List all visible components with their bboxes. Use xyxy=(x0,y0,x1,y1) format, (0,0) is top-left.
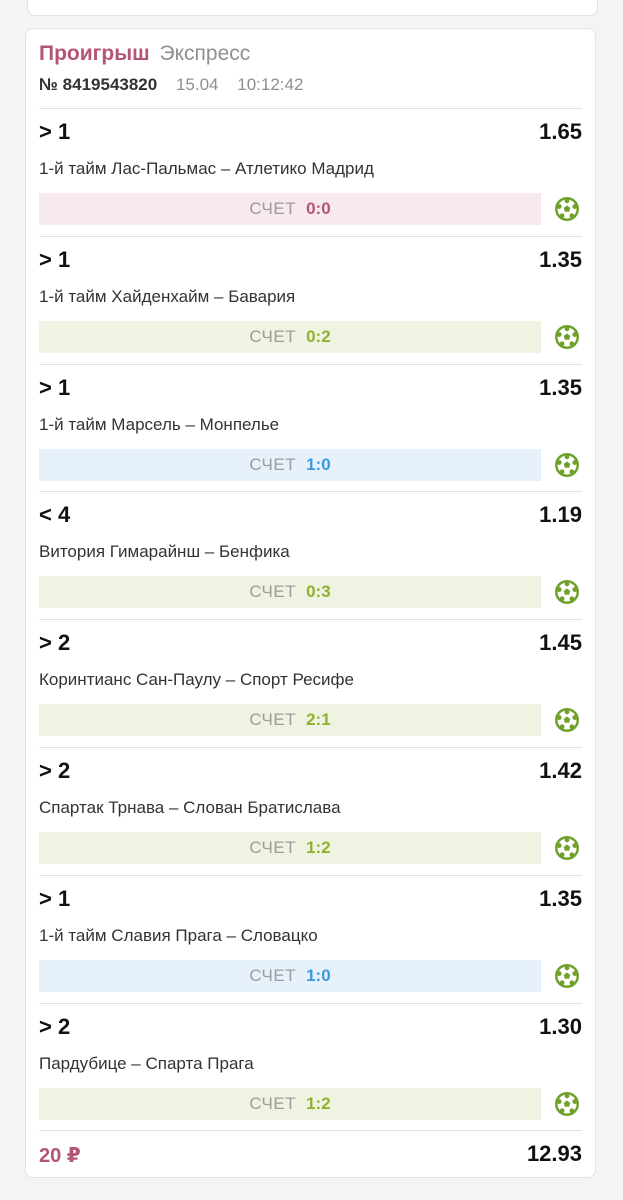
score-value: 0:3 xyxy=(306,582,331,602)
score-label: СЧЕТ xyxy=(249,965,297,985)
bet-slip-card[interactable]: Проигрыш Экспресс № 8419543820 15.04 10:… xyxy=(25,28,596,1178)
score-value: 1:0 xyxy=(306,965,331,985)
event-score-bar: СЧЕТ 1:0 xyxy=(39,959,541,992)
score-value: 0:0 xyxy=(306,199,331,218)
event-row[interactable]: > 1 1.65 1-й тайм Лас-Пальмас – Атлетико… xyxy=(39,109,582,236)
event-match: Пардубице – Спарта Прага xyxy=(39,1053,254,1073)
bet-slip-header: Проигрыш Экспресс № 8419543820 15.04 10:… xyxy=(39,41,582,95)
event-match: Спартак Трнава – Слован Братислава xyxy=(39,798,341,817)
bet-meta: № 8419543820 15.04 10:12:42 xyxy=(39,75,582,95)
score-label: СЧЕТ xyxy=(249,838,297,857)
event-odds: 1.35 xyxy=(539,374,582,400)
soccer-ball-icon xyxy=(554,963,580,989)
event-row[interactable]: > 2 1.45 Коринтианс Сан-Паулу – Спорт Ре… xyxy=(39,620,582,747)
event-row[interactable]: < 4 1.19 Витория Гимарайнш – Бенфика СЧЕ… xyxy=(39,492,582,619)
event-score-bar: СЧЕТ 1:2 xyxy=(39,832,541,864)
bet-type: Экспресс xyxy=(159,42,251,65)
score-value: 1:2 xyxy=(306,838,331,857)
event-bet: > 1 xyxy=(39,885,71,911)
score-value: 0:2 xyxy=(306,326,331,346)
event-row[interactable]: > 1 1.35 1-й тайм Славия Прага – Словацк… xyxy=(39,876,582,1003)
event-match: 1-й тайм Славия Прага – Словацко xyxy=(39,925,318,945)
event-odds: 1.35 xyxy=(539,246,582,272)
event-match: 1-й тайм Хайденхайм – Бавария xyxy=(39,286,296,306)
score-label: СЧЕТ xyxy=(249,582,297,602)
event-score-bar: СЧЕТ 0:3 xyxy=(39,576,541,609)
score-value: 2:1 xyxy=(306,710,331,730)
event-row[interactable]: > 2 1.42 Спартак Трнава – Слован Братисл… xyxy=(39,748,582,875)
stake-amount: 20 ₽ xyxy=(39,1145,81,1167)
score-label: СЧЕТ xyxy=(249,710,297,730)
event-score-bar: СЧЕТ 0:0 xyxy=(39,193,541,225)
event-odds: 1.30 xyxy=(539,1013,582,1039)
soccer-ball-icon xyxy=(554,835,580,861)
score-label: СЧЕТ xyxy=(249,454,297,474)
event-row[interactable]: > 1 1.35 1-й тайм Марсель – Монпелье СЧЕ… xyxy=(39,365,582,492)
event-odds: 1.19 xyxy=(539,502,582,528)
event-match: 1-й тайм Марсель – Монпелье xyxy=(39,414,280,434)
score-label: СЧЕТ xyxy=(249,199,297,218)
event-bet: > 1 xyxy=(39,374,71,400)
soccer-ball-icon xyxy=(554,579,580,605)
event-bet: > 1 xyxy=(39,246,71,272)
soccer-ball-icon xyxy=(554,1091,580,1117)
bet-number: № 8419543820 xyxy=(39,75,158,94)
event-score-bar: СЧЕТ 1:0 xyxy=(39,448,541,481)
score-value: 1:0 xyxy=(306,454,331,474)
bet-date: 15.04 xyxy=(175,75,219,94)
event-bet: < 4 xyxy=(39,502,71,528)
event-odds: 1.65 xyxy=(539,119,582,144)
event-score-bar: СЧЕТ 2:1 xyxy=(39,704,541,737)
score-label: СЧЕТ xyxy=(249,1093,297,1113)
event-score-bar: СЧЕТ 1:2 xyxy=(39,1087,541,1120)
event-odds: 1.42 xyxy=(539,758,582,783)
event-bet: > 1 xyxy=(39,119,71,144)
score-label: СЧЕТ xyxy=(249,326,297,346)
footer-divider xyxy=(39,1130,582,1131)
previous-bet-card[interactable] xyxy=(27,0,598,16)
score-value: 1:2 xyxy=(306,1093,331,1113)
event-match: Витория Гимарайнш – Бенфика xyxy=(39,542,290,562)
event-match: Коринтианс Сан-Паулу – Спорт Ресифе xyxy=(39,670,354,690)
event-row[interactable]: > 1 1.35 1-й тайм Хайденхайм – Бавария С… xyxy=(39,237,582,364)
soccer-ball-icon xyxy=(554,324,580,350)
event-bet: > 2 xyxy=(39,758,71,783)
event-bet: > 2 xyxy=(39,630,71,656)
event-row[interactable]: > 2 1.30 Пардубице – Спарта Прага СЧЕТ 1… xyxy=(39,1004,582,1131)
event-score-bar: СЧЕТ 0:2 xyxy=(39,320,541,353)
bet-status-line: Проигрыш Экспресс xyxy=(39,41,582,67)
event-match: 1-й тайм Лас-Пальмас – Атлетико Мадрид xyxy=(39,159,374,178)
soccer-ball-icon xyxy=(554,196,580,222)
soccer-ball-icon xyxy=(554,707,580,733)
total-odds: 12.93 xyxy=(526,1141,582,1166)
bet-time: 10:12:42 xyxy=(237,75,304,94)
soccer-ball-icon xyxy=(554,452,580,478)
event-bet: > 2 xyxy=(39,1013,71,1039)
event-odds: 1.45 xyxy=(539,630,582,656)
event-odds: 1.35 xyxy=(539,885,582,911)
bet-status: Проигрыш xyxy=(39,42,150,65)
